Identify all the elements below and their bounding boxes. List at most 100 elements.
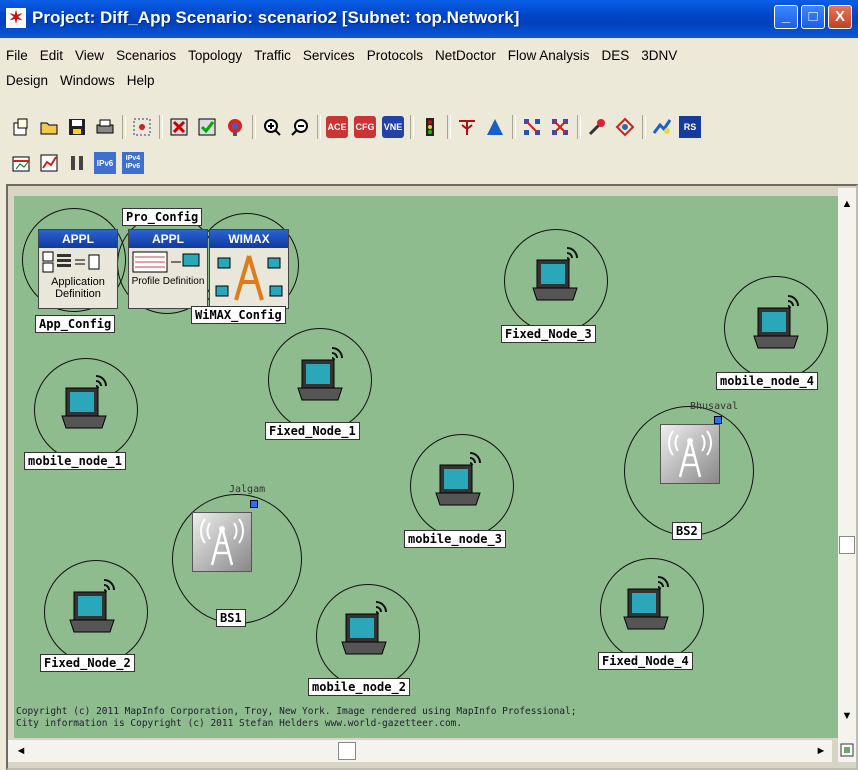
- rsvp-icon[interactable]: [651, 116, 673, 138]
- menu-3dnv[interactable]: 3DNV: [635, 46, 683, 68]
- ipv4-ipv6-icon[interactable]: IPv4 IPv6: [122, 152, 144, 174]
- fixed-node-3-label: Fixed_Node_3: [501, 325, 596, 343]
- toolbar-separator: [410, 115, 414, 139]
- menu-des[interactable]: DES: [596, 46, 636, 68]
- menu-protocols[interactable]: Protocols: [361, 46, 429, 68]
- link-icon[interactable]: [66, 152, 88, 174]
- menu-traffic[interactable]: Traffic: [248, 46, 297, 68]
- zoom-out-icon[interactable]: [289, 116, 311, 138]
- results-browser-icon[interactable]: [10, 152, 32, 174]
- title-bar: ✶ Project: Diff_App Scenario: scenario2 …: [0, 0, 858, 38]
- scroll-left-button[interactable]: ◄: [12, 741, 30, 761]
- verify-links-icon[interactable]: [196, 116, 218, 138]
- zoom-in-icon[interactable]: [261, 116, 283, 138]
- object-palette-icon[interactable]: [131, 116, 153, 138]
- bs1-node[interactable]: [192, 512, 252, 572]
- menu-view[interactable]: View: [69, 46, 110, 68]
- mobile-node-1-label: mobile_node_1: [24, 452, 126, 470]
- bs1-port: [250, 500, 258, 508]
- clear-stats-icon[interactable]: [549, 116, 571, 138]
- copyright-line-1: Copyright (c) 2011 MapInfo Corporation, …: [16, 706, 577, 717]
- bs1-tower-icon: [200, 518, 244, 566]
- opnet-app-icon[interactable]: ✶: [6, 8, 26, 28]
- web-report-icon[interactable]: [586, 116, 608, 138]
- graph-icon[interactable]: [38, 152, 60, 174]
- scroll-right-button[interactable]: ►: [812, 741, 830, 761]
- copyright-line-2: City information is Copyright (c) 2011 S…: [16, 718, 463, 729]
- toolbar-separator: [122, 115, 126, 139]
- toolbar-separator: [577, 115, 581, 139]
- configure-sim-icon[interactable]: [456, 116, 478, 138]
- menu-file[interactable]: File: [0, 46, 34, 68]
- delete-icon[interactable]: [168, 116, 190, 138]
- cfg-icon[interactable]: CFG: [354, 116, 376, 138]
- pro-config-label: Pro_Config: [122, 208, 203, 226]
- vne-icon[interactable]: VNE: [382, 116, 404, 138]
- profile-config-node[interactable]: APPL Profile Definition: [128, 229, 208, 309]
- menu-services[interactable]: Services: [297, 46, 361, 68]
- fixed-node-4-laptop-icon[interactable]: [622, 573, 678, 633]
- fixed-node-4-label: Fixed_Node_4: [598, 652, 693, 670]
- new-project-icon[interactable]: [10, 116, 32, 138]
- menu-topology[interactable]: Topology: [182, 46, 248, 68]
- menu-scenarios[interactable]: Scenarios: [110, 46, 182, 68]
- bs2-node[interactable]: [660, 424, 720, 484]
- topology-icon[interactable]: [614, 116, 636, 138]
- traffic-light-icon[interactable]: [419, 116, 441, 138]
- minimize-button[interactable]: _: [774, 5, 798, 29]
- close-button[interactable]: X: [828, 5, 852, 29]
- menu-windows[interactable]: Windows: [54, 71, 121, 93]
- hide-stats-icon[interactable]: [521, 116, 543, 138]
- fixed-node-2-label: Fixed_Node_2: [40, 654, 135, 672]
- toolbar-row-1: ACE CFG VNE RS: [10, 115, 707, 139]
- ace-icon[interactable]: ACE: [326, 116, 348, 138]
- toolbar-separator: [512, 115, 516, 139]
- print-icon[interactable]: [94, 116, 116, 138]
- fixed-node-3-laptop-icon[interactable]: [531, 244, 587, 304]
- mobile-node-2-laptop-icon[interactable]: [340, 598, 396, 658]
- menu-flow-analysis[interactable]: Flow Analysis: [502, 46, 596, 68]
- fixed-node-1-laptop-icon[interactable]: [296, 344, 352, 404]
- app-config-node[interactable]: APPL Application Definition: [38, 229, 118, 309]
- bs2-site-label: Bhusaval: [690, 401, 739, 412]
- wimax-config-label: WiMAX_Config: [191, 306, 286, 324]
- save-icon[interactable]: [66, 116, 88, 138]
- bs1-label: BS1: [216, 609, 246, 627]
- fail-node-icon[interactable]: [224, 116, 246, 138]
- open-icon[interactable]: [38, 116, 60, 138]
- bs2-label: BS2: [672, 522, 702, 540]
- fixed-node-2-laptop-icon[interactable]: [68, 576, 124, 636]
- wimax-config-node[interactable]: WIMAX: [209, 229, 289, 309]
- toolbar-separator: [252, 115, 256, 139]
- vertical-scrollbar[interactable]: ▲ ▼: [838, 188, 856, 740]
- toolbar-separator: [447, 115, 451, 139]
- mobile-node-3-laptop-icon[interactable]: [434, 449, 490, 509]
- mobile-node-4-laptop-icon[interactable]: [752, 292, 808, 352]
- toolbar-separator: [642, 115, 646, 139]
- mobile-node-1-laptop-icon[interactable]: [60, 372, 116, 432]
- horizontal-scroll-thumb[interactable]: [338, 742, 356, 760]
- menu-row-2: Design Windows Help: [0, 71, 161, 93]
- rs-icon[interactable]: RS: [679, 116, 701, 138]
- menu-help[interactable]: Help: [121, 71, 161, 93]
- fixed-node-1-label: Fixed_Node_1: [265, 422, 360, 440]
- mobile-node-4-label: mobile_node_4: [716, 372, 818, 390]
- bs1-site-label: Jalgam: [229, 484, 266, 495]
- menu-design[interactable]: Design: [0, 71, 54, 93]
- view-results-icon[interactable]: [484, 116, 506, 138]
- bs2-tower-icon: [668, 430, 712, 478]
- ipv6-icon[interactable]: IPv6: [94, 152, 116, 174]
- scroll-up-button[interactable]: ▲: [838, 194, 856, 214]
- app-config-body: Application Definition: [39, 248, 117, 308]
- menu-netdoctor[interactable]: NetDoctor: [429, 46, 502, 68]
- horizontal-scrollbar[interactable]: ◄ ►: [8, 740, 832, 762]
- app-config-head: APPL: [39, 230, 117, 248]
- network-canvas[interactable]: APPL Application Definition APPL Profile…: [14, 196, 838, 738]
- maximize-button[interactable]: □: [801, 5, 825, 29]
- map-copyright: Copyright (c) 2011 MapInfo Corporation, …: [16, 706, 577, 730]
- menu-edit[interactable]: Edit: [34, 46, 69, 68]
- vertical-scroll-thumb[interactable]: [839, 536, 855, 554]
- scroll-down-button[interactable]: ▼: [838, 706, 856, 726]
- corner-resize-icon[interactable]: [838, 740, 856, 762]
- app-config-caption: Application Definition: [51, 276, 105, 300]
